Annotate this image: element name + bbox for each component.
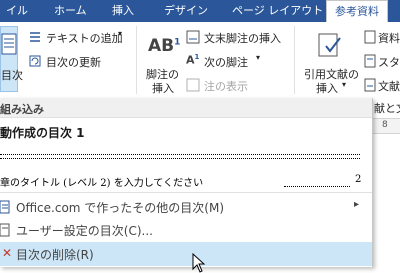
ribbon-group-divider — [136, 26, 137, 94]
toc-separator — [0, 158, 360, 159]
add-text-icon — [30, 32, 40, 42]
tab-file[interactable]: イル — [6, 0, 28, 22]
menu-divider — [0, 192, 372, 193]
add-text-label: テキストの追加 — [46, 32, 123, 45]
next-footnote-button[interactable]: A1 次の脚注 ▾ — [186, 52, 266, 70]
style-button[interactable]: スタ — [364, 52, 400, 70]
insert-citation-icon — [318, 33, 341, 57]
toc-button-label: 目次 — [1, 69, 23, 82]
custom-toc-icon — [0, 223, 10, 237]
toc-dropdown-menu: 組み込み 動作成の目次 1 章のタイトル (レベル 2) を入力してください 2… — [0, 98, 373, 267]
update-toc-label: 目次の更新 — [46, 56, 101, 69]
document-page[interactable]: 献と文 8 — [372, 98, 400, 267]
endnote-icon — [186, 30, 200, 44]
bibliography-button[interactable]: 文献 — [364, 76, 400, 94]
tab-page-layout[interactable]: ページ レイアウト — [232, 0, 323, 22]
footnote-icon: AB1 — [148, 36, 181, 56]
next-footnote-icon: A1 — [186, 53, 200, 67]
bibliography-label: 文献 — [378, 80, 400, 93]
section-header-label: 組み込み — [0, 103, 44, 116]
style-label: スタ — [378, 56, 400, 69]
show-notes-button[interactable]: 注の表示 — [186, 76, 266, 94]
show-notes-label: 注の表示 — [204, 80, 248, 93]
toc-gallery-item[interactable]: 動作成の目次 1 章のタイトル (レベル 2) を入力してください 2 — [0, 120, 372, 190]
horizontal-ruler: 8 — [372, 118, 400, 134]
show-notes-icon — [186, 78, 200, 92]
bibliography-icon — [364, 78, 376, 92]
toc-gallery-title: 動作成の目次 1 — [0, 126, 85, 140]
chevron-down-icon: ▾ — [118, 29, 123, 38]
tab-design[interactable]: デザイン — [164, 0, 208, 22]
toc-entry-page: 2 — [355, 174, 362, 185]
insert-footnote-label-line2: 挿入 — [152, 82, 174, 95]
insert-citation-label-line2: 挿入 — [316, 82, 338, 95]
tab-references[interactable]: 参考資料 — [326, 0, 388, 23]
ribbon: 目次 テキストの追加 ▾ 目次の更新 AB1 脚注の 挿入 文末脚注の挿入 A1… — [0, 22, 400, 99]
more-toc-menu-item[interactable]: Office.com で作ったその他の目次(M) ▸ — [0, 196, 372, 218]
delete-toc-label: 目次の削除(R) — [16, 248, 94, 262]
document-text: 献と文 — [374, 102, 400, 115]
insert-citation-button[interactable]: 引用文献の 挿入 ▾ — [300, 26, 360, 95]
more-toc-label: Office.com で作ったその他の目次(M) — [16, 201, 225, 215]
custom-toc-label: ユーザー設定の目次(C)... — [16, 224, 153, 238]
ruler-number: 8 — [382, 120, 388, 130]
submenu-arrow-icon: ▸ — [354, 199, 360, 210]
office-document-icon — [0, 200, 10, 214]
menu-section-header: 組み込み — [0, 98, 372, 118]
toc-leader — [284, 186, 350, 187]
ribbon-tab-bar: イル ホーム 挿入 デザイン ページ レイアウト 参考資料 — [0, 0, 400, 23]
add-text-button[interactable]: テキストの追加 ▾ — [24, 28, 128, 46]
insert-endnote-button[interactable]: 文末脚注の挿入 — [186, 28, 290, 46]
custom-toc-menu-item[interactable]: ユーザー設定の目次(C)... — [0, 219, 372, 241]
tab-insert[interactable]: 挿入 — [112, 0, 134, 22]
table-of-contents-icon — [1, 33, 17, 55]
insert-footnote-button[interactable]: AB1 脚注の 挿入 — [142, 26, 182, 95]
manage-sources-label: 資料 — [378, 32, 400, 45]
sources-icon — [364, 30, 376, 44]
manage-sources-button[interactable]: 資料 — [364, 28, 400, 46]
toc-button[interactable]: 目次 — [0, 26, 23, 92]
ribbon-group-divider — [294, 26, 295, 94]
mouse-cursor-icon — [192, 253, 206, 273]
next-footnote-label: 次の脚注 — [204, 56, 248, 69]
delete-icon: ✕ — [2, 246, 13, 260]
insert-endnote-label: 文末脚注の挿入 — [204, 32, 281, 45]
chevron-down-icon: ▾ — [342, 80, 347, 89]
update-toc-button[interactable]: 目次の更新 — [24, 52, 128, 70]
tab-home[interactable]: ホーム — [54, 0, 87, 22]
toc-entry-text: 章のタイトル (レベル 2) を入力してください — [0, 178, 204, 189]
delete-toc-menu-item[interactable]: ✕ 目次の削除(R) — [0, 242, 372, 266]
toc-separator — [0, 154, 360, 155]
refresh-icon — [29, 55, 41, 67]
chevron-down-icon: ▾ — [256, 53, 261, 62]
style-icon — [364, 54, 376, 68]
